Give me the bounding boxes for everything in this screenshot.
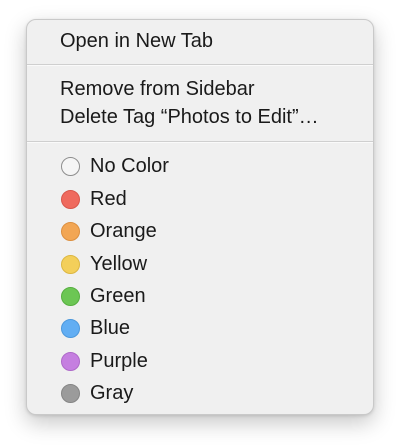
menu-item-label: Open in New Tab (60, 30, 214, 52)
tag-item-green[interactable]: Green (61, 283, 146, 309)
gray-circle-icon (61, 383, 80, 403)
tag-label: Yellow (90, 253, 148, 275)
green-circle-icon (61, 286, 80, 306)
tag-label: Green (90, 285, 146, 307)
menu-item-open-in-new-tab[interactable]: Open in New Tab (60, 28, 213, 54)
menu-separator (27, 141, 373, 143)
tag-item-no-color[interactable]: No Color (61, 153, 169, 179)
tag-label: Orange (90, 220, 157, 242)
tag-item-yellow[interactable]: Yellow (61, 251, 147, 277)
tag-item-purple[interactable]: Purple (61, 348, 148, 374)
tag-item-orange[interactable]: Orange (61, 218, 157, 244)
blue-circle-icon (61, 318, 80, 338)
tag-item-red[interactable]: Red (61, 186, 127, 212)
tag-item-blue[interactable]: Blue (61, 315, 130, 341)
menu-item-delete-tag[interactable]: Delete Tag “Photos to Edit”… (60, 104, 319, 130)
context-menu: Open in New Tab Remove from Sidebar Dele… (26, 19, 374, 415)
tag-label: Red (90, 188, 127, 210)
tag-item-gray[interactable]: Gray (61, 380, 133, 406)
menu-item-remove-from-sidebar[interactable]: Remove from Sidebar (60, 76, 255, 102)
yellow-circle-icon (61, 254, 80, 274)
no-color-circle-icon (61, 156, 80, 176)
red-circle-icon (61, 189, 80, 209)
orange-circle-icon (61, 221, 80, 241)
menu-separator (27, 64, 373, 66)
tag-label: Blue (90, 317, 131, 339)
menu-item-label: Delete Tag “Photos to Edit”… (60, 106, 319, 128)
tag-label: Purple (90, 350, 148, 372)
tag-label: Gray (90, 382, 134, 404)
tag-label: No Color (90, 155, 169, 177)
menu-item-label: Remove from Sidebar (60, 78, 255, 100)
purple-circle-icon (61, 351, 80, 371)
